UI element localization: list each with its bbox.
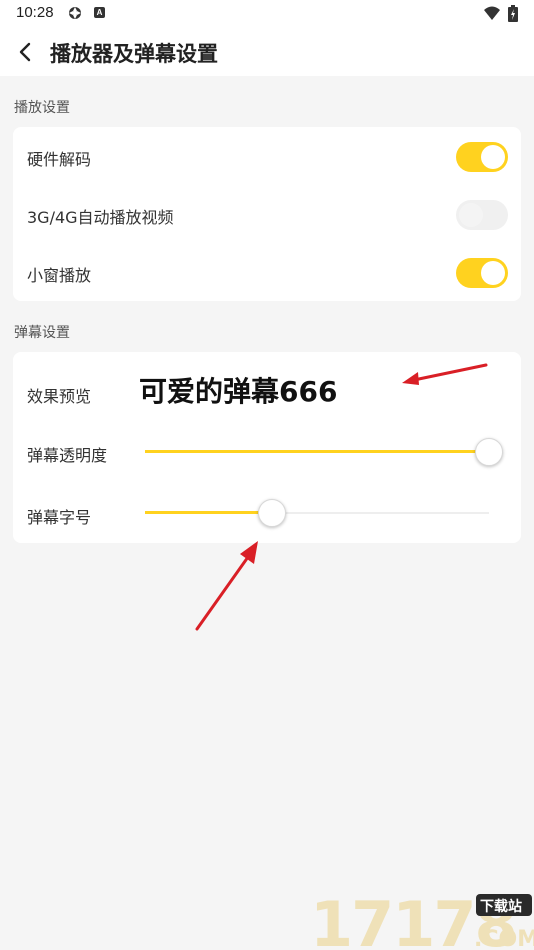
danmaku-preview-text: 可爱的弹幕666 [139, 375, 338, 408]
svg-text:.COM: .COM [474, 927, 534, 950]
status-time: 10:28 [16, 4, 54, 21]
app-notification-icon: A [94, 7, 105, 18]
svg-text:下载站: 下载站 [480, 898, 522, 915]
wifi-icon [484, 6, 500, 20]
page-title: 播放器及弹幕设置 [50, 42, 218, 66]
font-size-label: 弹幕字号 [27, 508, 92, 527]
mobile-autoplay-label: 3G/4G自动播放视频 [27, 208, 174, 227]
font-size-slider[interactable] [145, 498, 489, 528]
mini-window-label: 小窗播放 [27, 266, 92, 285]
toggle-knob [481, 145, 505, 169]
slider-fill [145, 450, 489, 453]
preview-label: 效果预览 [27, 387, 92, 406]
mini-window-toggle[interactable] [456, 258, 508, 288]
section-title-danmaku: 弹幕设置 [14, 325, 70, 341]
watermark-logo-icon: 17178 下载站 .COM [310, 888, 534, 950]
back-arrow-icon[interactable] [8, 34, 44, 70]
app-bar: 播放器及弹幕设置 [0, 28, 534, 76]
mobile-autoplay-toggle[interactable] [456, 200, 508, 230]
toggle-knob [481, 261, 505, 285]
status-bar: 10:28 A [0, 0, 534, 28]
slider-thumb[interactable] [258, 499, 286, 527]
opacity-slider[interactable] [145, 437, 503, 467]
watermark-logo: 17178 下载站 .COM [310, 888, 534, 950]
section-title-playback: 播放设置 [14, 100, 70, 116]
annotation-arrow-icon [195, 541, 258, 631]
toggle-knob [459, 203, 483, 227]
slider-fill [145, 511, 272, 514]
sync-icon [69, 7, 81, 19]
playback-settings-card: 硬件解码 3G/4G自动播放视频 小窗播放 [13, 127, 521, 301]
slider-thumb[interactable] [475, 438, 503, 466]
opacity-label: 弹幕透明度 [27, 446, 108, 465]
annotation-arrow-icon [402, 363, 488, 385]
hardware-decode-toggle[interactable] [456, 142, 508, 172]
hardware-decode-label: 硬件解码 [27, 150, 92, 169]
battery-icon [508, 5, 518, 22]
